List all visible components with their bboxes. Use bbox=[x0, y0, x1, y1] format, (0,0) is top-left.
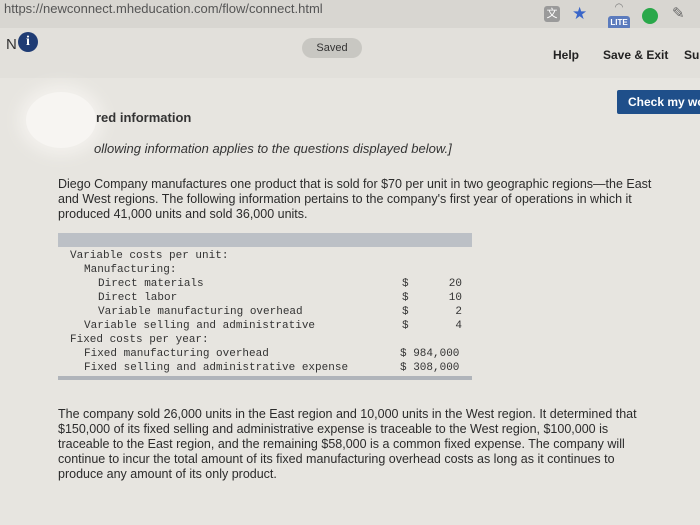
check-my-work-button[interactable]: Check my wo bbox=[617, 90, 700, 114]
table-row: Direct labor $ 10 bbox=[58, 292, 472, 306]
table-row: Fixed selling and administrative expense… bbox=[58, 362, 472, 376]
table-row: Manufacturing: bbox=[58, 264, 472, 278]
row-label: Direct labor bbox=[98, 292, 178, 304]
row-label: Fixed costs per year: bbox=[70, 334, 209, 346]
row-dollar: $ bbox=[402, 292, 409, 304]
row-dollar: $ bbox=[402, 306, 409, 318]
problem-paragraph-2: The company sold 26,000 units in the Eas… bbox=[58, 407, 637, 481]
row-fixed-amount: $ 984,000 bbox=[400, 348, 460, 360]
brand-letter: N bbox=[6, 36, 17, 53]
row-label: Direct materials bbox=[98, 278, 204, 290]
extension-puzzle-icon[interactable]: ✎ bbox=[672, 6, 688, 22]
save-exit-link[interactable]: Save & Exit bbox=[603, 48, 668, 62]
obscured-area bbox=[26, 92, 96, 148]
row-label: Variable manufacturing overhead bbox=[98, 306, 303, 318]
problem-paragraph-1: Diego Company manufactures one product t… bbox=[58, 177, 652, 221]
table-row: Variable costs per unit: bbox=[58, 250, 472, 264]
row-amount: 20 bbox=[448, 278, 462, 290]
translate-icon[interactable]: 文 bbox=[544, 6, 560, 22]
app-header: N i Saved Help Save & Exit Su bbox=[0, 28, 700, 78]
row-label: Variable selling and administrative bbox=[84, 320, 316, 332]
speed-gauge-icon[interactable]: ◠ bbox=[608, 2, 630, 14]
row-amount: 10 bbox=[448, 292, 462, 304]
info-icon[interactable]: i bbox=[18, 32, 38, 52]
row-label: Manufacturing: bbox=[84, 264, 177, 276]
intro-text: ollowing information applies to the ques… bbox=[94, 141, 452, 156]
table-row: Fixed manufacturing overhead $ 984,000 bbox=[58, 348, 472, 362]
table-header-bar bbox=[58, 233, 472, 247]
row-amount: 2 bbox=[455, 306, 462, 318]
row-dollar: $ bbox=[402, 278, 409, 290]
row-dollar: $ bbox=[402, 320, 409, 332]
cost-table: Variable costs per unit: Manufacturing: … bbox=[58, 233, 472, 383]
row-label: Variable costs per unit: bbox=[70, 250, 229, 262]
row-label: Fixed manufacturing overhead bbox=[84, 348, 269, 360]
bookmark-star-icon[interactable]: ★ bbox=[572, 5, 588, 22]
help-link[interactable]: Help bbox=[553, 48, 579, 62]
row-label: Fixed selling and administrative expense bbox=[84, 362, 349, 374]
green-extension-icon[interactable] bbox=[642, 8, 658, 24]
table-row: Fixed costs per year: bbox=[58, 334, 472, 348]
table-row: Direct materials $ 20 bbox=[58, 278, 472, 292]
table-footer-bar bbox=[58, 376, 472, 380]
table-row: Variable manufacturing overhead $ 2 bbox=[58, 306, 472, 320]
browser-address-bar[interactable]: https://newconnect.mheducation.com/flow/… bbox=[0, 0, 700, 30]
table-row: Variable selling and administrative $ 4 bbox=[58, 320, 472, 334]
row-fixed-amount: $ 308,000 bbox=[400, 362, 460, 374]
saved-status-badge: Saved bbox=[302, 38, 362, 58]
row-amount: 4 bbox=[455, 320, 462, 332]
section-title: red information bbox=[96, 110, 192, 125]
submit-link[interactable]: Su bbox=[684, 48, 699, 62]
url-text[interactable]: https://newconnect.mheducation.com/flow/… bbox=[4, 1, 323, 16]
